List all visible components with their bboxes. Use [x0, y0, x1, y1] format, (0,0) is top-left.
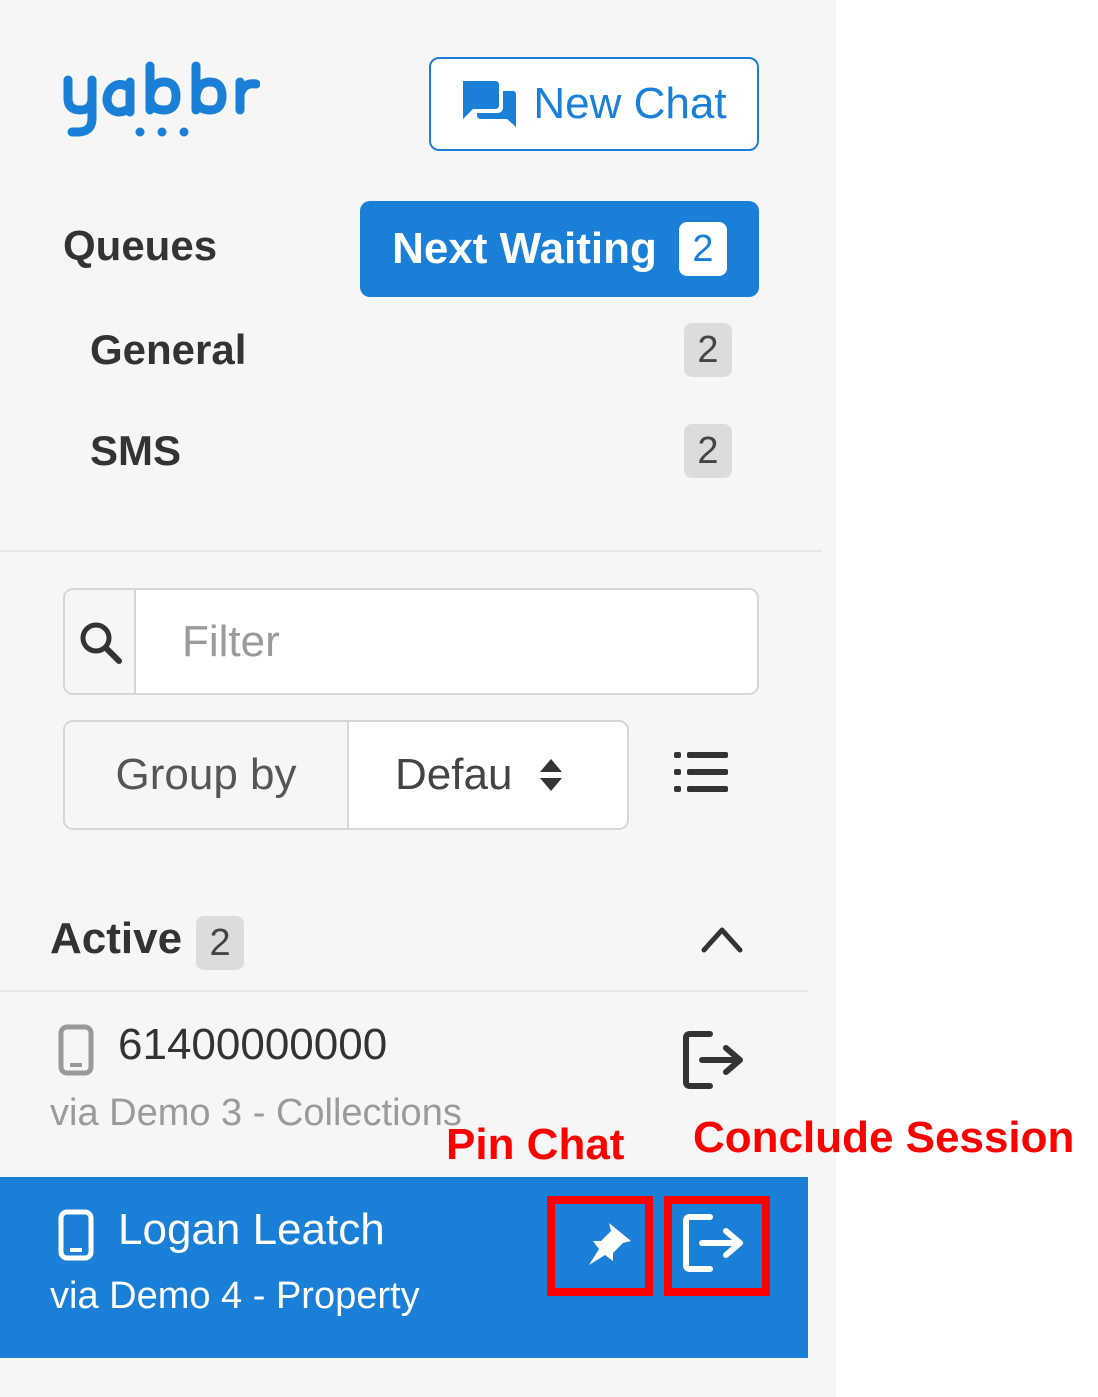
queue-item-sms[interactable]: SMS 2 [90, 423, 732, 479]
queue-count-badge: 2 [684, 323, 732, 377]
active-title: Active [50, 914, 183, 963]
new-chat-button[interactable]: New Chat [429, 57, 759, 151]
conclude-session-highlight-box [664, 1196, 770, 1296]
queue-item-general[interactable]: General 2 [90, 322, 732, 378]
pin-chat-annotation-label: Pin Chat [446, 1120, 625, 1169]
conclude-session-icon[interactable] [682, 1030, 746, 1090]
list-icon [674, 752, 728, 792]
filter-group [63, 588, 759, 695]
chevron-up-icon[interactable] [700, 922, 744, 956]
session-via: via Demo 3 - Collections [50, 1092, 462, 1134]
section-divider [0, 550, 822, 552]
queue-item-label: SMS [90, 427, 182, 474]
next-waiting-label: Next Waiting [392, 224, 657, 273]
filter-input[interactable] [136, 590, 757, 693]
pin-chat-highlight-box [547, 1196, 653, 1296]
yabbr-logo [60, 60, 261, 150]
mobile-phone-icon [58, 1209, 94, 1261]
session-via: via Demo 4 - Property [50, 1275, 420, 1317]
list-view-button[interactable] [672, 748, 730, 796]
new-chat-label: New Chat [533, 79, 727, 128]
queue-item-label: General [90, 326, 247, 373]
next-waiting-button[interactable]: Next Waiting 2 [360, 201, 759, 297]
yabbr-logo-icon [63, 61, 261, 137]
group-by-control: Group by Defau [63, 720, 629, 830]
chat-sidebar: New Chat Queues Next Waiting 2 General 2… [0, 0, 836, 1397]
search-icon [80, 622, 122, 664]
active-count-badge: 2 [196, 916, 245, 970]
active-section-header[interactable]: Active 2 [50, 904, 750, 974]
next-waiting-count-badge: 2 [678, 222, 727, 276]
queues-title: Queues [63, 222, 218, 269]
session-item[interactable]: 61400000000 via Demo 3 - Collections [0, 992, 808, 1176]
group-by-selected-value: Defau [395, 750, 513, 799]
queue-count-badge: 2 [684, 424, 732, 478]
conclude-session-annotation-label: Conclude Session [693, 1113, 1075, 1162]
filter-icon-box [65, 590, 136, 693]
sort-arrows-icon [540, 759, 563, 791]
session-name: 61400000000 [118, 1020, 388, 1069]
session-name: Logan Leatch [118, 1205, 385, 1254]
group-by-select[interactable]: Defau [349, 722, 627, 828]
mobile-phone-icon [58, 1024, 94, 1076]
chat-bubbles-icon [463, 81, 517, 127]
group-by-label: Group by [65, 722, 349, 828]
